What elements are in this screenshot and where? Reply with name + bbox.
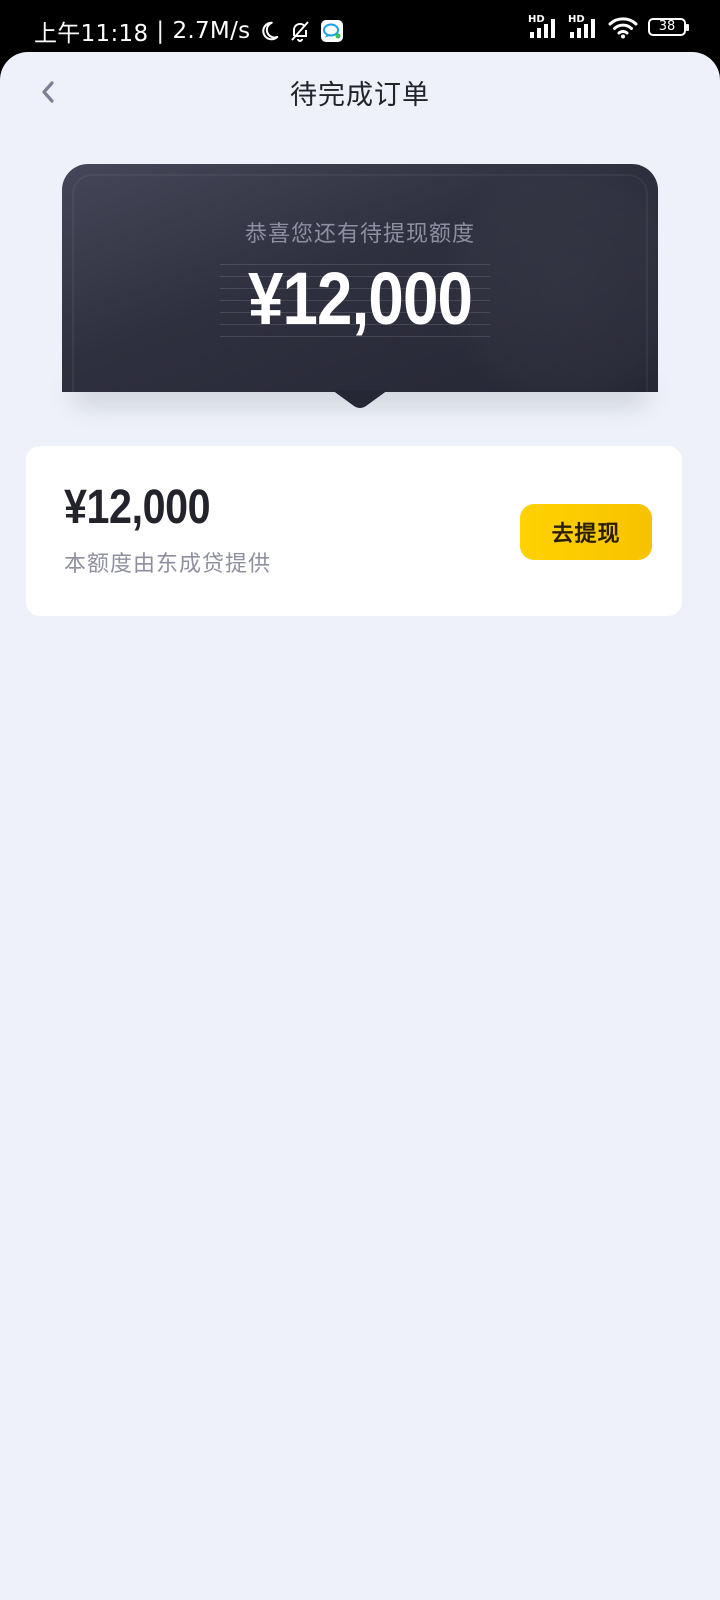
- page-title: 待完成订单: [290, 80, 430, 111]
- status-separator: |: [156, 18, 165, 44]
- quota-provider-text: 本额度由东成贷提供: [64, 552, 272, 577]
- chat-app-icon: [320, 19, 344, 43]
- hero-label: 恭喜您还有待提现额度: [244, 222, 475, 247]
- moon-icon: [258, 20, 280, 42]
- quota-amount: ¥12,000: [64, 481, 211, 534]
- withdraw-button[interactable]: 去提现: [520, 504, 652, 560]
- nav-bar: 待完成订单: [0, 52, 720, 128]
- bell-off-icon: [288, 19, 312, 43]
- status-time: 上午11:18: [34, 21, 149, 47]
- hero-pointer-notch: [332, 390, 388, 408]
- status-left: 上午11:18 | 2.7M/s: [34, 14, 344, 48]
- wifi-icon: [608, 15, 638, 39]
- status-network-speed: 2.7M/s: [172, 18, 251, 44]
- status-bar: 上午11:18 | 2.7M/s HD HD 38: [0, 0, 720, 52]
- status-right: HD HD 38: [528, 14, 689, 40]
- hero-card-body: 恭喜您还有待提现额度 ¥12,000: [62, 164, 658, 392]
- hd-signal-icon: HD: [568, 14, 598, 40]
- battery-icon: 38: [648, 18, 689, 36]
- hd-signal-icon: HD: [528, 14, 558, 40]
- hero-amount: ¥12,000: [247, 257, 473, 340]
- battery-level: 38: [658, 19, 676, 34]
- app-screen: 待完成订单 恭喜您还有待提现额度 ¥12,000 ¥12,000 本额度由东成贷…: [0, 52, 720, 1600]
- quota-card: ¥12,000 本额度由东成贷提供 去提现: [26, 446, 682, 616]
- hero-card: 恭喜您还有待提现额度 ¥12,000: [62, 164, 658, 410]
